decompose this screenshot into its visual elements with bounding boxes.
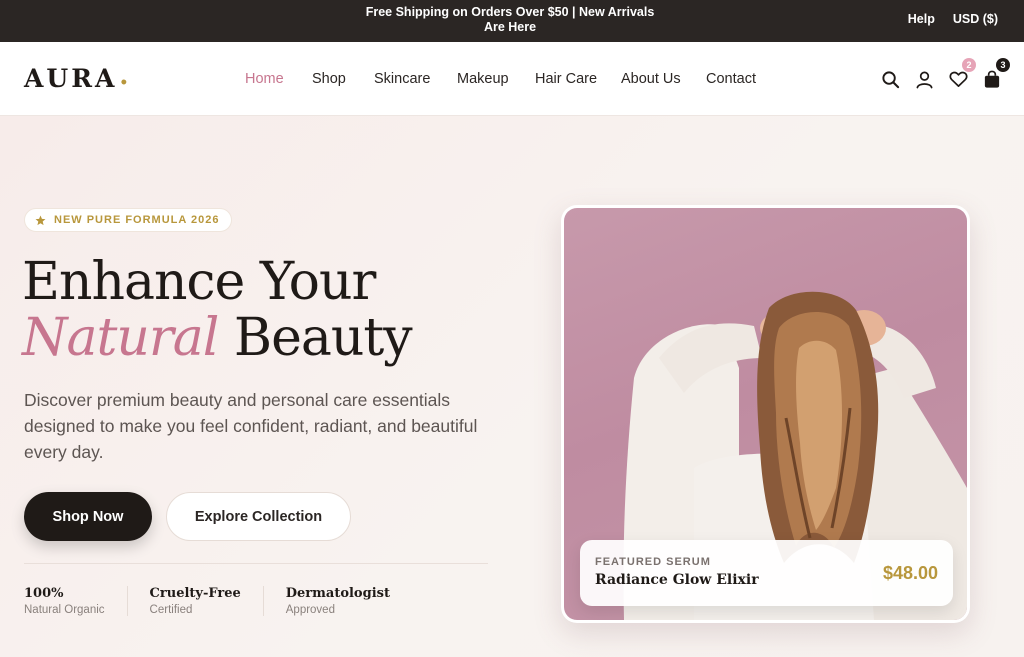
stat-value: Dermatologist xyxy=(285,586,390,601)
featured-product-name: Radiance Glow Elixir xyxy=(595,572,759,588)
hero-title-line1: Enhance Your xyxy=(22,252,376,312)
wishlist-button[interactable]: 2 xyxy=(948,58,976,90)
nav-skincare[interactable]: Skincare xyxy=(374,71,457,87)
hero-photo: FEATURED SERUM Radiance Glow Elixir $48.… xyxy=(564,208,967,620)
header-actions: 2 3 xyxy=(880,58,1010,90)
star-icon xyxy=(35,215,46,225)
nav-hair-care[interactable]: Hair Care xyxy=(535,71,621,87)
bag-icon xyxy=(984,70,1000,88)
nav-shop[interactable]: Shop xyxy=(312,71,374,87)
search-icon[interactable] xyxy=(880,68,900,90)
hero-tag: NEW PURE FORMULA 2026 xyxy=(24,208,233,232)
hero-title-line2: Beauty xyxy=(233,308,413,368)
stat-item: Cruelty-Free Certified xyxy=(150,586,264,616)
hero-description: Discover premium beauty and personal car… xyxy=(24,390,478,462)
trust-stats: 100% Natural Organic Cruelty-Free Certif… xyxy=(24,586,434,616)
stat-caption: Approved xyxy=(285,604,335,616)
stat-value: Cruelty-Free xyxy=(149,586,241,601)
topbar-links: Help USD ($) xyxy=(908,12,998,26)
nav-makeup[interactable]: Makeup xyxy=(457,71,535,87)
stat-value: 100% xyxy=(24,586,64,601)
hero-section: NEW PURE FORMULA 2026 Enhance Your Natur… xyxy=(0,116,1024,657)
hero-title: Enhance Your Natural Beauty xyxy=(22,252,413,368)
site-header: AURA • Home Shop Skincare Makeup Hair Car… xyxy=(0,42,1024,116)
announcement-message: Free Shipping on Orders Over $50 | New A… xyxy=(365,5,655,34)
featured-product-card[interactable]: FEATURED SERUM Radiance Glow Elixir $48.… xyxy=(580,540,953,606)
nav-about-us[interactable]: About Us xyxy=(621,71,706,87)
stat-item: 100% Natural Organic xyxy=(24,586,128,616)
heart-icon xyxy=(948,71,968,87)
nav-contact[interactable]: Contact xyxy=(706,71,756,87)
logo[interactable]: AURA • xyxy=(24,64,131,93)
help-link[interactable]: Help xyxy=(908,12,935,26)
stat-caption: Natural Organic xyxy=(24,604,105,616)
hero-tag-label: NEW PURE FORMULA 2026 xyxy=(54,214,220,226)
logo-text: AURA xyxy=(24,64,118,93)
hero-image-card: FEATURED SERUM Radiance Glow Elixir $48.… xyxy=(561,205,970,623)
shop-now-button[interactable]: Shop Now xyxy=(24,492,152,541)
cart-count-badge: 3 xyxy=(996,58,1010,72)
currency-selector[interactable]: USD ($) xyxy=(953,12,998,26)
logo-dot: • xyxy=(119,75,132,91)
main-nav: Home Shop Skincare Makeup Hair Care Abou… xyxy=(245,71,756,87)
cart-button[interactable]: 3 xyxy=(982,58,1010,90)
featured-product-price: $48.00 xyxy=(882,563,938,583)
nav-home[interactable]: Home xyxy=(245,71,312,87)
explore-collection-button[interactable]: Explore Collection xyxy=(166,492,351,541)
user-icon[interactable] xyxy=(914,68,934,90)
hero-divider xyxy=(24,563,488,564)
featured-tag: FEATURED SERUM xyxy=(595,556,711,568)
hero-title-italic: Natural xyxy=(22,308,219,368)
announcement-bar: Free Shipping on Orders Over $50 | New A… xyxy=(0,0,1024,42)
wishlist-count-badge: 2 xyxy=(962,58,976,72)
stat-item: Dermatologist Approved xyxy=(286,586,412,616)
stat-caption: Certified xyxy=(149,604,193,616)
